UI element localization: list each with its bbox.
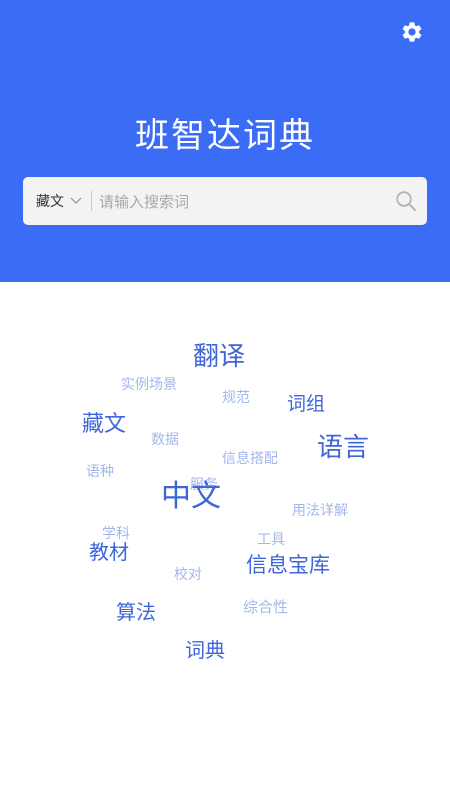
word-cloud-tag-zangwen[interactable]: 藏文 [82,414,126,436]
search-button[interactable] [395,190,417,212]
word-cloud-tag-cidian[interactable]: 词典 [185,640,225,660]
language-select-label: 藏文 [36,194,64,210]
word-cloud-tag-guifan[interactable]: 规范 [222,391,250,405]
word-cloud: 翻译 实例场景 规范 词组 藏文 数据 语言 信息搭配 语种 服务 中文 用法详… [0,282,450,800]
word-cloud-tag-zonghexing[interactable]: 综合性 [243,600,288,615]
word-cloud-tag-yuyan[interactable]: 语言 [317,435,369,461]
word-cloud-tag-yongfaxiangjie[interactable]: 用法详解 [292,504,348,518]
gear-icon [402,22,422,42]
search-input[interactable] [97,185,391,219]
word-cloud-tag-suanfa[interactable]: 算法 [116,602,156,622]
word-cloud-tag-gongju[interactable]: 工具 [257,533,285,547]
word-cloud-tag-xueke[interactable]: 学科 [102,527,130,541]
app-title: 班智达词典 [135,116,315,156]
chevron-down-icon [70,197,82,205]
word-cloud-tag-jiaodui[interactable]: 校对 [174,568,202,582]
word-cloud-tag-xinxibaoku[interactable]: 信息宝库 [246,555,330,576]
word-cloud-tag-cizu[interactable]: 词组 [287,395,325,414]
word-cloud-tag-yuzhong[interactable]: 语种 [86,465,114,479]
word-cloud-tag-fanyi[interactable]: 翻译 [193,344,245,370]
header: 班智达词典 藏文 [0,0,450,282]
word-cloud-tag-jiaocai[interactable]: 教材 [89,542,129,562]
app-screen: 班智达词典 藏文 翻译 实例场景 规范 词组 [0,0,450,800]
language-select[interactable]: 藏文 [36,177,82,225]
word-cloud-tag-shilichangjing[interactable]: 实例场景 [121,378,177,392]
word-cloud-tag-zhongwen[interactable]: 中文 [161,482,221,512]
settings-button[interactable] [400,20,424,44]
search-divider [91,191,92,211]
search-bar: 藏文 [23,177,427,225]
search-icon [396,191,416,211]
word-cloud-tag-xinxidapei[interactable]: 信息搭配 [222,452,278,466]
word-cloud-tag-shuju[interactable]: 数据 [151,433,179,447]
